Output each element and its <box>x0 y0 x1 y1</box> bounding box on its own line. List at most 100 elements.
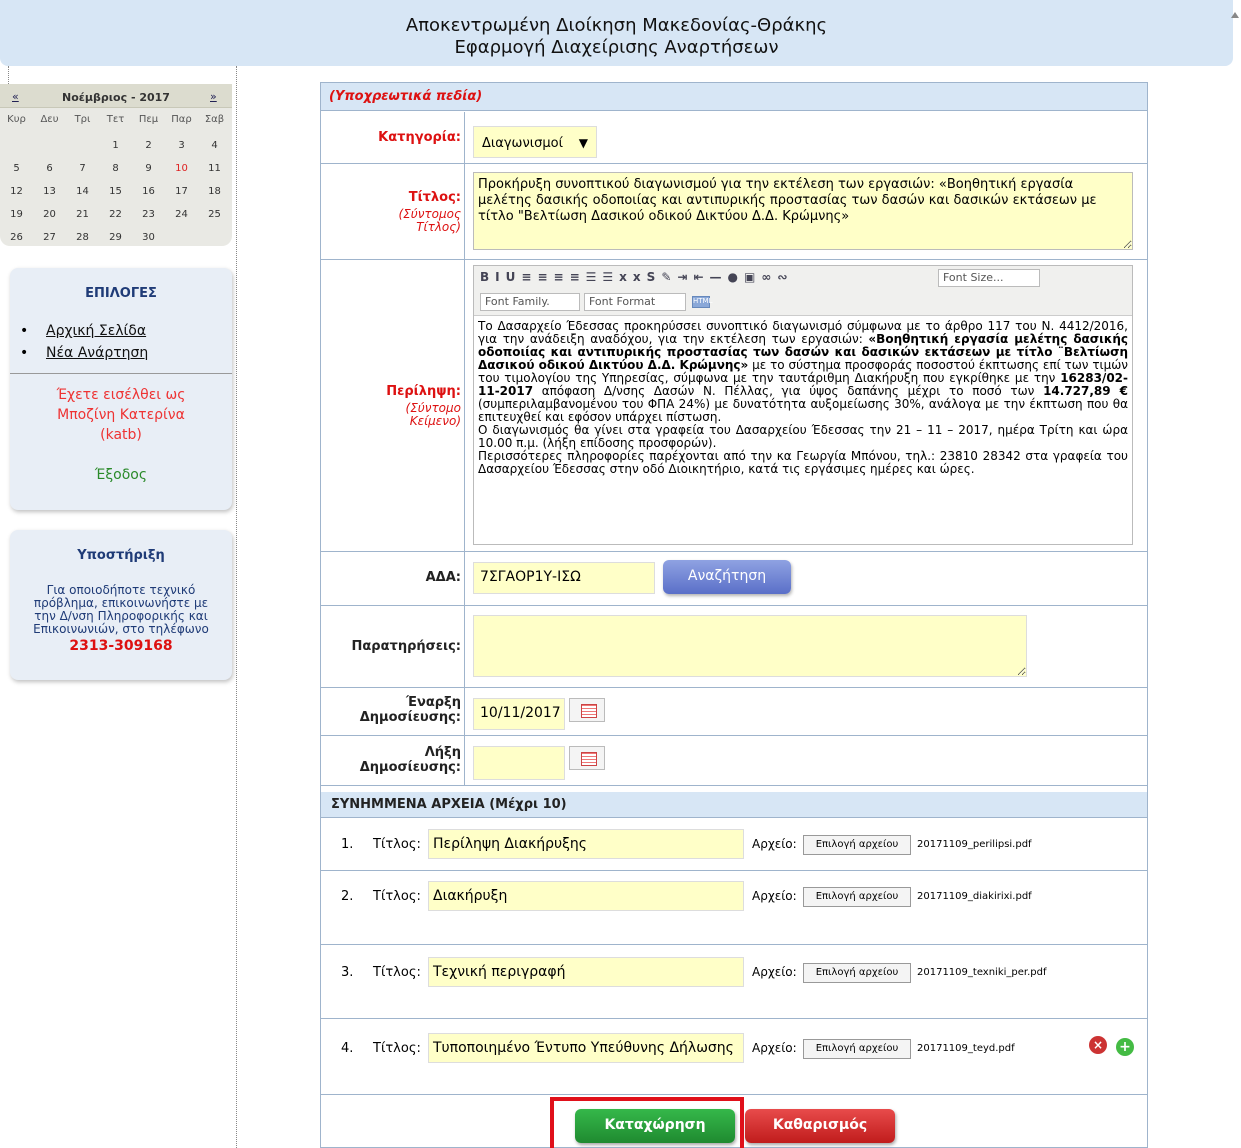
attachment-title-input[interactable]: Τεχνική περιγραφή <box>428 957 744 987</box>
underline-icon[interactable]: U <box>506 270 522 284</box>
search-button[interactable]: Αναζήτηση <box>663 560 791 594</box>
calendar-day[interactable]: 30 <box>132 232 165 243</box>
calendar-day[interactable]: 5 <box>0 163 33 174</box>
superscript-icon[interactable]: x <box>633 270 647 284</box>
indent-icon[interactable]: ⇥ <box>677 270 693 284</box>
choose-file-button[interactable]: Επιλογή αρχείου <box>803 1039 911 1059</box>
calendar-header: « Νοέμβριος - 2017 » <box>0 84 232 108</box>
calendar-day[interactable]: 29 <box>99 232 132 243</box>
calendar-day[interactable]: 7 <box>66 163 99 174</box>
calendar-day[interactable]: 11 <box>198 163 231 174</box>
outdent-icon[interactable]: ⇤ <box>693 270 709 284</box>
column-divider <box>464 552 465 605</box>
summary-paragraph: Ο διαγωνισμός θα γίνει στα γραφεία του Δ… <box>478 423 1128 450</box>
calendar-day[interactable]: 22 <box>99 209 132 220</box>
category-select[interactable]: Διαγωνισμοί ▼ <box>473 126 597 158</box>
submit-button[interactable]: Καταχώρηση <box>575 1109 735 1143</box>
attachment-title-input[interactable]: Περίληψη Διακήρυξης <box>428 829 744 859</box>
editor-format-buttons[interactable]: BIU≡≡≡≡☰☰xxS✎⇥⇤—●▣∞∾ <box>480 270 793 284</box>
calendar-day[interactable]: 8 <box>99 163 132 174</box>
italic-icon[interactable]: I <box>495 270 505 284</box>
bold-icon[interactable]: B <box>480 270 495 284</box>
end-date-input[interactable] <box>473 746 565 780</box>
calendar-next-link[interactable]: » <box>210 90 217 103</box>
new-post-link[interactable]: Νέα Ανάρτηση <box>46 345 148 361</box>
home-link[interactable]: Αρχική Σελίδα <box>46 323 146 339</box>
image-icon[interactable]: ▣ <box>744 270 761 284</box>
title-textarea[interactable]: Προκήρυξη συνοπτικού διαγωνισμού για την… <box>473 172 1133 250</box>
color-icon[interactable]: ● <box>728 270 744 284</box>
ada-input[interactable]: 7ΣΓΑΟΡ1Υ-ΙΣΩ <box>473 562 655 594</box>
calendar-day[interactable]: 3 <box>165 140 198 151</box>
calendar-day[interactable]: 16 <box>132 186 165 197</box>
calendar-day <box>66 140 99 151</box>
calendar-day[interactable]: 2 <box>132 140 165 151</box>
calendar-day[interactable]: 14 <box>66 186 99 197</box>
calendar-day[interactable]: 12 <box>0 186 33 197</box>
clear-button[interactable]: Καθαρισμός <box>745 1109 895 1143</box>
attachments-header: ΣΥΝΗΜΜΕΝΑ ΑΡΧΕΙΑ (Μέχρι 10) <box>321 792 1147 818</box>
font-family-select[interactable]: Font Family. <box>480 293 580 311</box>
start-date-label-line: Έναρξη <box>405 695 461 710</box>
summary-text: (συμπεριλαμβανομένου του ΦΠΑ 24%) με δυν… <box>478 397 1128 424</box>
calendar-day[interactable]: 24 <box>165 209 198 220</box>
font-format-select[interactable]: Font Format <box>584 293 686 311</box>
html-source-button[interactable]: HTML <box>692 296 712 308</box>
start-date-calendar-icon[interactable] <box>569 698 605 722</box>
strikethrough-icon[interactable]: S <box>647 270 662 284</box>
unlink-icon[interactable]: ∾ <box>777 270 793 284</box>
calendar-day[interactable]: 20 <box>33 209 66 220</box>
calendar-day <box>0 140 33 151</box>
calendar-day[interactable]: 9 <box>132 163 165 174</box>
link-icon[interactable]: ∞ <box>761 270 777 284</box>
calendar-day[interactable]: 13 <box>33 186 66 197</box>
scroll-up-arrow-icon[interactable] <box>1231 12 1239 18</box>
choose-file-button[interactable]: Επιλογή αρχείου <box>803 963 911 983</box>
attachment-file-label: Αρχείο: <box>752 965 797 979</box>
paste-icon[interactable]: ✎ <box>661 270 677 284</box>
start-date-input[interactable]: 10/11/2017 <box>473 698 565 730</box>
font-size-select[interactable]: Font Size... <box>938 269 1040 287</box>
calendar-day[interactable]: 15 <box>99 186 132 197</box>
attachment-number: 4. <box>341 1041 354 1056</box>
calendar-day[interactable]: 1 <box>99 140 132 151</box>
attachment-title-input[interactable]: Τυποποιημένο Έντυπο Υπεύθυνης Δήλωσης <box>428 1033 744 1063</box>
calendar-day[interactable]: 27 <box>33 232 66 243</box>
justify-icon[interactable]: ≡ <box>570 270 586 284</box>
choose-file-button[interactable]: Επιλογή αρχείου <box>803 887 911 907</box>
choose-file-button[interactable]: Επιλογή αρχείου <box>803 835 911 855</box>
logout-link[interactable]: Έξοδος <box>10 467 232 483</box>
numbered-list-icon[interactable]: ☰ <box>602 270 619 284</box>
editor-toolbar: BIU≡≡≡≡☰☰xxS✎⇥⇤—●▣∞∾ Font Size... Font F… <box>474 266 1132 316</box>
bullet-list-icon[interactable]: ☰ <box>586 270 603 284</box>
remove-icon[interactable]: × <box>1089 1036 1107 1054</box>
calendar-day[interactable]: 25 <box>198 209 231 220</box>
calendar-day[interactable]: 6 <box>33 163 66 174</box>
calendar-day[interactable]: 4 <box>198 140 231 151</box>
weekday: Τρι <box>74 114 91 125</box>
add-icon[interactable]: + <box>1116 1038 1134 1056</box>
attachment-title-label: Τίτλος: <box>373 889 421 904</box>
align-left-icon[interactable]: ≡ <box>521 270 537 284</box>
calendar-day[interactable]: 19 <box>0 209 33 220</box>
calendar-day[interactable]: 10 <box>165 163 198 174</box>
calendar-day[interactable]: 17 <box>165 186 198 197</box>
align-right-icon[interactable]: ≡ <box>554 270 570 284</box>
align-center-icon[interactable]: ≡ <box>537 270 553 284</box>
notes-row: Παρατηρήσεις: <box>321 606 1147 688</box>
calendar-day[interactable]: 21 <box>66 209 99 220</box>
attachment-title-input[interactable]: Διακήρυξη <box>428 881 744 911</box>
horizontal-rule-icon[interactable]: — <box>710 270 728 284</box>
calendar-day[interactable]: 18 <box>198 186 231 197</box>
attachment-title-label: Τίτλος: <box>373 837 421 852</box>
notes-textarea[interactable] <box>473 615 1027 677</box>
subscript-icon[interactable]: x <box>619 270 633 284</box>
calendar-day[interactable]: 28 <box>66 232 99 243</box>
calendar-day[interactable]: 23 <box>132 209 165 220</box>
calendar-day[interactable]: 26 <box>0 232 33 243</box>
editor-content[interactable]: Το Δασαρχείο Έδεσσας προκηρύσσει συνοπτι… <box>478 320 1128 542</box>
category-value: Διαγωνισμοί <box>482 136 563 151</box>
left-dotted-rule <box>8 66 9 86</box>
end-date-calendar-icon[interactable] <box>569 746 605 770</box>
category-label: Κατηγορία: <box>378 130 461 145</box>
